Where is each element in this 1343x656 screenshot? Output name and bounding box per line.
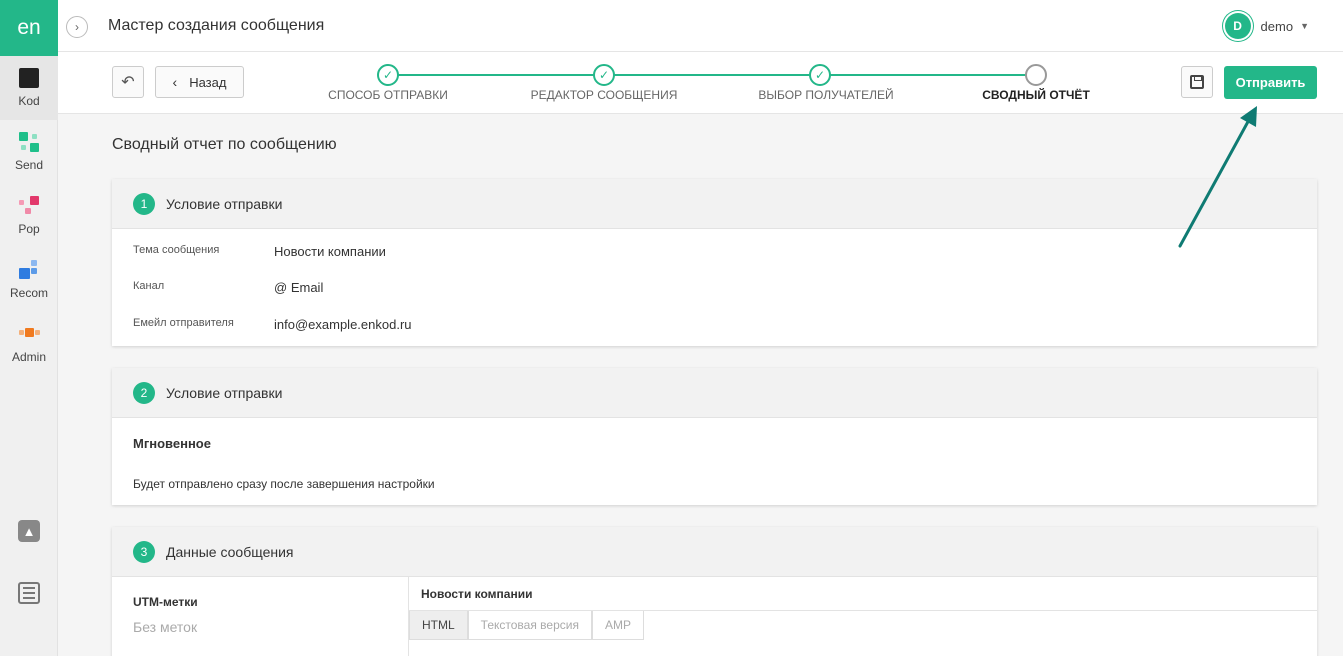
utm-value: Без меток [133,619,198,635]
section-header: 2 Условие отправки [112,368,1317,418]
channel-value: @ Email [274,280,323,295]
kod-icon [19,68,39,88]
sender-label: Емейл отправителя [133,317,234,329]
wizard-toolbar: ↶ ‹ Назад ✓ Способ отправки ✓ Редактор с… [58,52,1343,114]
section-send-conditions: 1 Условие отправки Тема сообщения Новост… [112,179,1317,346]
wizard-stepper: ✓ Способ отправки ✓ Редактор сообщения ✓… [58,52,1343,114]
tab-html[interactable]: HTML [409,611,468,640]
section-title: Условие отправки [166,195,283,212]
step-4-circle-icon[interactable] [1025,64,1047,86]
sidebar-item-admin[interactable]: Admin [0,312,58,376]
preview-tabs: HTML Текстовая версия AMP [409,611,1317,640]
send-mode: Мгновенное [133,436,211,451]
message-preview-panel: Новости компании HTML Текстовая версия A… [409,577,1317,656]
stepper-progress-line [398,74,1035,76]
step-4-label: Сводный отчёт [982,88,1090,102]
send-button[interactable]: Отправить [1224,66,1317,99]
section-number: 2 [133,381,155,404]
section-number: 1 [133,192,155,215]
header: › Мастер создания сообщения D demo ▼ [58,0,1343,52]
bell-icon: ▲ [18,520,40,542]
chevron-right-icon: › [75,20,79,34]
sidebar-item-recom[interactable]: Recom [0,248,58,312]
pop-icon [19,196,39,216]
utm-label: UTM-метки [133,595,198,609]
user-name: demo [1260,18,1294,34]
save-button[interactable] [1181,66,1213,98]
at-icon: @ [274,280,288,295]
sidebar: en Kod Send Pop Recom Admin ▲ [0,0,58,656]
channel-label: Канал [133,280,165,292]
subject-label: Тема сообщения [133,244,220,256]
avatar: D [1224,13,1251,39]
sidebar-item-label: Kod [18,94,40,108]
recom-icon [19,260,39,280]
section-send-timing: 2 Условие отправки Мгновенное Будет отпр… [112,368,1317,505]
sidebar-item-send[interactable]: Send [0,120,58,184]
user-menu[interactable]: D demo ▼ [1224,13,1309,39]
section-header: 1 Условие отправки [112,179,1317,229]
expand-sidebar-button[interactable]: › [66,16,88,38]
section-header: 3 Данные сообщения [112,527,1317,577]
sidebar-item-label: Send [14,158,44,172]
message-name: Новости компании [409,577,1317,611]
step-3-check-icon[interactable]: ✓ [809,64,831,86]
subject-value: Новости компании [274,244,386,259]
channel-name: Email [290,280,324,295]
section-title: Условие отправки [166,384,283,401]
floppy-icon [1190,75,1204,89]
section-message-data: 3 Данные сообщения UTM-метки Без меток Н… [112,527,1317,656]
tab-amp[interactable]: AMP [591,611,644,640]
step-2-label: Редактор сообщения [530,88,678,102]
logo[interactable]: en [0,0,58,56]
sidebar-item-label: Pop [18,222,40,236]
send-mode-description: Будет отправлено сразу после завершения … [133,477,435,491]
utm-panel: UTM-метки Без меток [112,577,409,656]
sidebar-item-pop[interactable]: Pop [0,184,58,248]
step-1-label: Способ отправки [328,88,448,102]
caret-down-icon: ▼ [1300,21,1309,31]
report-title: Сводный отчет по сообщению [112,136,337,153]
send-icon [19,132,39,152]
section-title: Данные сообщения [166,543,294,560]
sender-value: info@example.enkod.ru [274,317,412,332]
step-2-check-icon[interactable]: ✓ [593,64,615,86]
page-title: Мастер создания сообщения [108,17,325,34]
sidebar-item-label: Admin [11,350,46,364]
sidebar-item-kod[interactable]: Kod [0,56,58,120]
admin-icon [19,324,40,344]
step-3-label: Выбор получателей [758,88,894,102]
step-1-check-icon[interactable]: ✓ [377,64,399,86]
notifications-button[interactable]: ▲ [0,520,58,542]
sliders-icon [18,582,40,604]
tab-text-version[interactable]: Текстовая версия [467,611,592,640]
sidebar-item-label: Recom [9,286,48,300]
settings-button[interactable] [0,582,58,604]
section-number: 3 [133,540,155,563]
